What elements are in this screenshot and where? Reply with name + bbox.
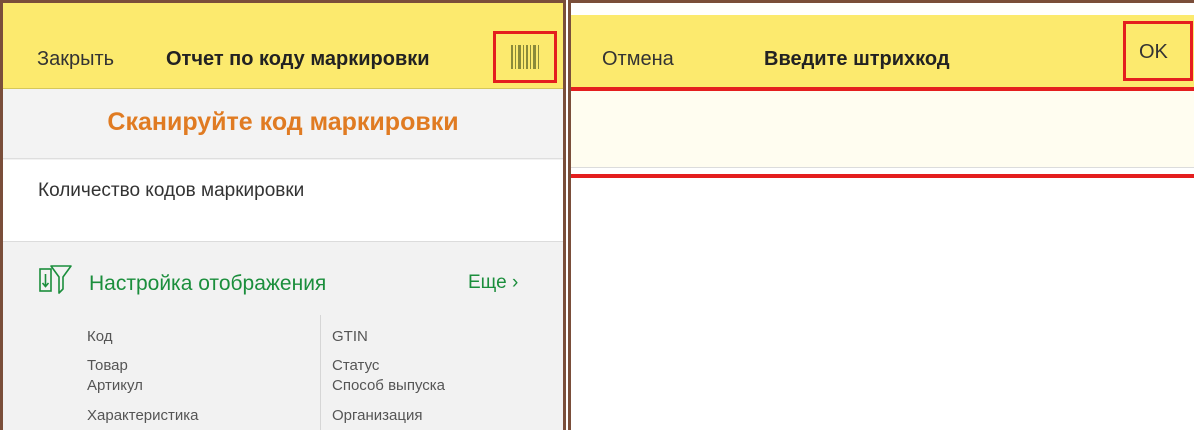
field-left: Артикул bbox=[87, 377, 143, 394]
scan-prompt: Сканируйте код маркировки bbox=[107, 108, 459, 136]
dialog-title: Введите штрихкод bbox=[764, 48, 950, 70]
column-divider bbox=[320, 315, 321, 430]
close-button[interactable]: Закрыть bbox=[37, 48, 114, 71]
report-panel: Закрыть Отчет по коду маркировки Сканиру… bbox=[0, 0, 566, 430]
scan-prompt-band: Сканируйте код маркировки bbox=[3, 89, 563, 159]
barcode-button[interactable] bbox=[493, 31, 557, 83]
ok-label: OK bbox=[1139, 41, 1168, 63]
field-right: Статус bbox=[332, 357, 380, 374]
field-left: Товар bbox=[87, 357, 128, 374]
report-header: Закрыть Отчет по коду маркировки bbox=[3, 3, 563, 89]
filter-settings-icon[interactable] bbox=[38, 263, 72, 297]
field-left: Код bbox=[87, 328, 113, 345]
ok-button[interactable]: OK bbox=[1123, 21, 1193, 81]
screenshot-stage: Закрыть Отчет по коду маркировки Сканиру… bbox=[0, 0, 1194, 430]
dialog-header: Отмена Введите штрихкод OK bbox=[571, 15, 1194, 89]
barcode-icon bbox=[510, 44, 540, 70]
field-right: GTIN bbox=[332, 328, 368, 345]
display-settings-bar: Настройка отображения Еще › bbox=[3, 243, 563, 315]
more-button[interactable]: Еще › bbox=[468, 272, 518, 294]
cancel-button[interactable]: Отмена bbox=[602, 48, 674, 71]
field-right: Организация bbox=[332, 407, 423, 424]
barcode-input[interactable] bbox=[571, 91, 1194, 168]
count-label: Количество кодов маркировки bbox=[38, 180, 305, 201]
barcode-dialog: Отмена Введите штрихкод OK bbox=[568, 0, 1194, 430]
report-title: Отчет по коду маркировки bbox=[166, 48, 430, 70]
field-left: Характеристика bbox=[87, 407, 199, 424]
field-right: Способ выпуска bbox=[332, 377, 446, 394]
count-row: Количество кодов маркировки bbox=[3, 160, 563, 242]
fields-grid: Код Товар Артикул Характеристика GTIN Ст… bbox=[3, 315, 563, 430]
display-settings-link[interactable]: Настройка отображения bbox=[89, 272, 326, 296]
highlight-line-bottom bbox=[571, 174, 1194, 178]
